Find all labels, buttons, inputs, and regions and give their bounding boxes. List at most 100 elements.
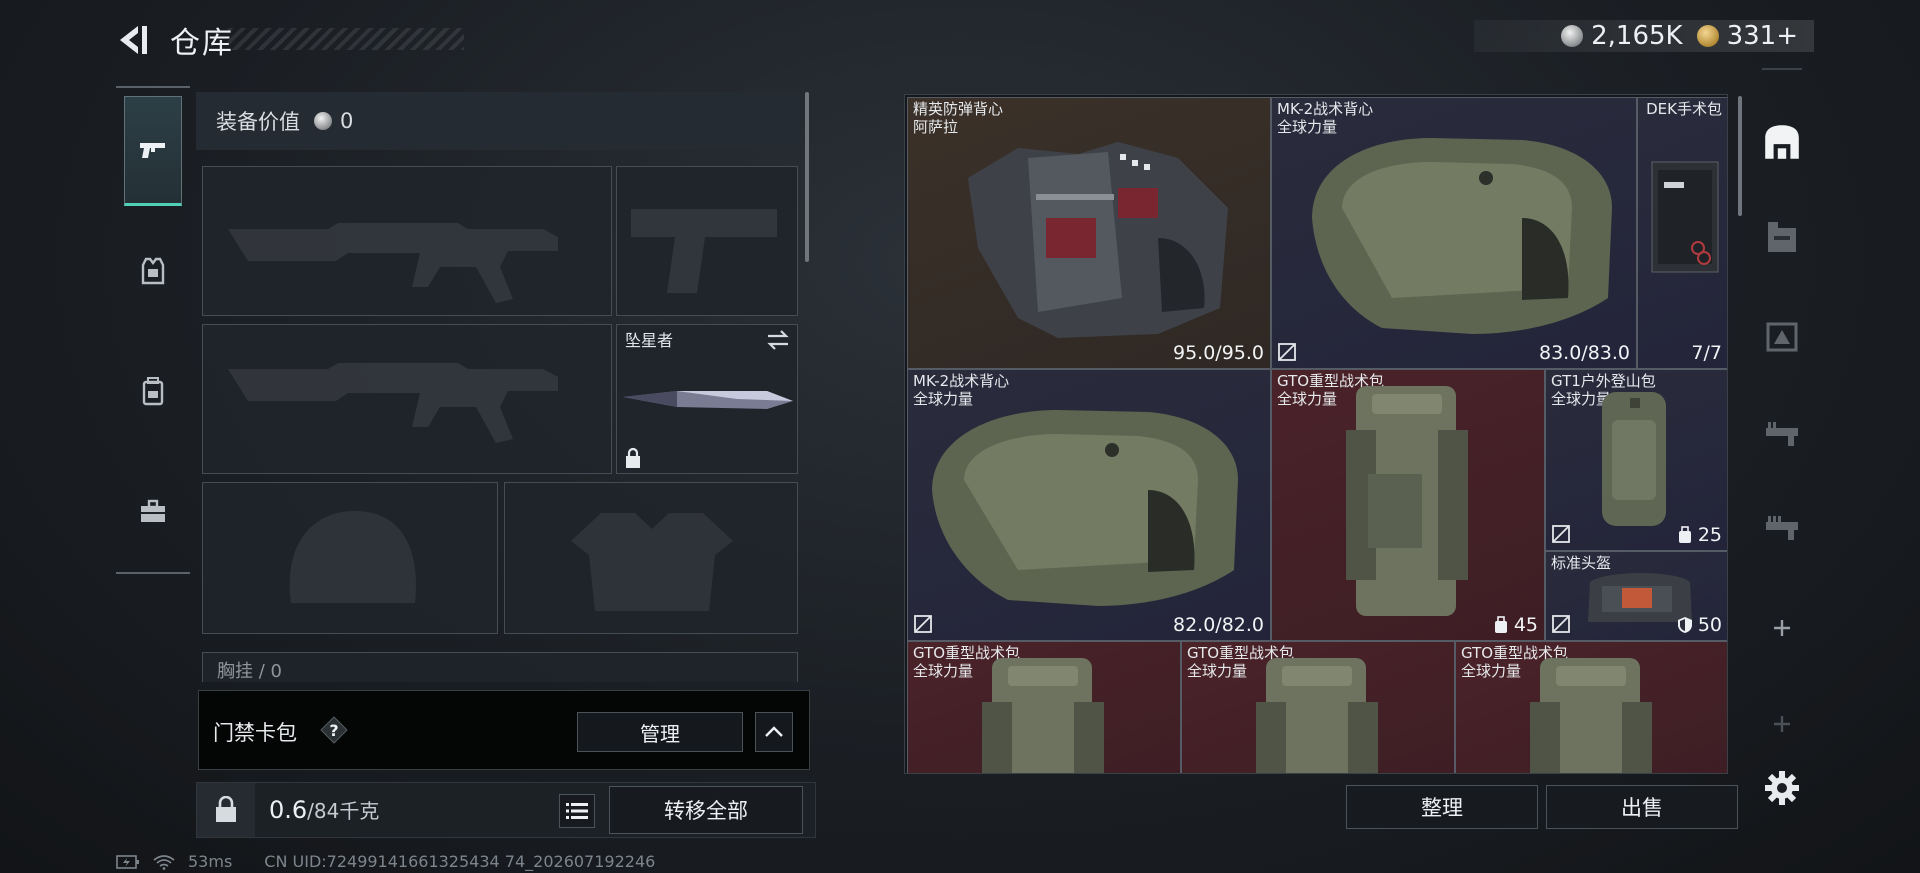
add-disabled-icon xyxy=(1774,716,1790,732)
gold-amount: 331+ xyxy=(1726,21,1798,51)
inventory-panel: 精英防弹背心 阿萨拉 95.0/95.0 MK-2战术背心 全球力量 83.0/… xyxy=(904,94,1728,774)
inventory-item[interactable]: GT1户外登山包 全球力量 25 xyxy=(1545,369,1727,551)
lock-icon xyxy=(626,447,640,468)
item-durability: 95.0/95.0 xyxy=(1172,342,1264,364)
tactical-backpack-image xyxy=(1256,658,1378,773)
silver-amount: 2,165K xyxy=(1591,21,1683,51)
inventory-item[interactable]: 标准头盔 50 xyxy=(1545,551,1727,641)
warehouse-home-icon xyxy=(1765,125,1799,159)
category-toolbox[interactable] xyxy=(124,456,182,566)
inventory-item[interactable]: MK-2战术背心 全球力量 82.0/82.0 xyxy=(907,369,1271,641)
currency-bar: 2,165K 331+ xyxy=(1474,20,1814,52)
chest-rig-label: 胸挂 / 0 xyxy=(217,661,282,682)
list-icon xyxy=(566,803,588,819)
inventory-item[interactable]: MK-2战术背心 全球力量 83.0/83.0 xyxy=(1271,97,1637,369)
melee-slot[interactable]: 坠星者 xyxy=(616,324,798,474)
transfer-all-button[interactable]: 转移全部 xyxy=(609,786,803,834)
status-line: 53ms CN UID:72499141661325434 74_2026071… xyxy=(116,852,655,871)
sell-button[interactable]: 出售 xyxy=(1546,785,1738,829)
pistol-icon xyxy=(140,143,165,158)
item-armor: 50 xyxy=(1676,614,1722,636)
no-insurance-icon xyxy=(1278,343,1296,361)
gold-coin-icon xyxy=(1696,25,1719,47)
tab-warehouse[interactable] xyxy=(1758,118,1806,166)
equipment-panel: 装备价值 0 坠星者 胸挂 / 0 xyxy=(196,92,810,682)
chest-rig-slot[interactable]: 胸挂 / 0 xyxy=(202,652,798,682)
helmet-silhouette-icon xyxy=(289,511,416,603)
inventory-item[interactable]: GTO重型战术包 全球力量 45 xyxy=(1271,369,1545,641)
capacity-bar: 0.6/84千克 转移全部 xyxy=(196,782,816,838)
item-durability: 82.0/82.0 xyxy=(1172,614,1264,636)
gold-currency[interactable]: 331+ xyxy=(1696,21,1798,51)
inventory-grid: 精英防弹背心 阿萨拉 95.0/95.0 MK-2战术背心 全球力量 83.0/… xyxy=(904,94,1728,774)
tab-add[interactable] xyxy=(1758,604,1806,652)
tactical-backpack-image xyxy=(982,658,1104,773)
wifi-icon xyxy=(153,854,175,870)
manage-button[interactable]: 管理 xyxy=(577,712,743,752)
secondary-weapon-slot[interactable] xyxy=(202,324,612,474)
capacity-lock-button[interactable] xyxy=(197,783,255,837)
category-armor[interactable] xyxy=(124,216,182,326)
back-button[interactable] xyxy=(112,20,152,60)
knife-icon xyxy=(623,391,793,409)
tab-weapon-rack-2[interactable] xyxy=(1758,504,1806,552)
category-sidebar xyxy=(116,86,190,574)
settings-button[interactable] xyxy=(1758,764,1806,812)
equipment-value-label: 装备价值 xyxy=(216,110,300,134)
tab-add-disabled xyxy=(1758,700,1806,748)
tab-weapon-rack[interactable] xyxy=(1758,410,1806,458)
help-icon[interactable]: ? xyxy=(319,715,349,745)
inventory-item[interactable]: 精英防弹背心 阿萨拉 95.0/95.0 xyxy=(907,97,1271,369)
back-arrow-icon xyxy=(120,26,147,54)
no-insurance-icon xyxy=(1552,525,1570,543)
weapon-rack-2-icon xyxy=(1766,516,1798,540)
rifle-silhouette-icon xyxy=(228,223,558,303)
item-capacity: 45 xyxy=(1492,614,1538,636)
tab-storage-box[interactable] xyxy=(1758,214,1806,262)
backpack-small-icon xyxy=(1678,526,1691,543)
item-capacity: 25 xyxy=(1676,524,1722,546)
tactical-vest-image xyxy=(932,410,1238,606)
rifle-silhouette-icon xyxy=(228,363,558,443)
equipment-value: 0 xyxy=(340,109,354,133)
equipment-scrollbar[interactable] xyxy=(805,92,809,262)
toolbox-icon xyxy=(141,499,165,522)
helmet-slot[interactable] xyxy=(202,482,498,634)
weapon-rack-icon xyxy=(1766,422,1798,446)
tab-strip-divider xyxy=(1762,68,1802,70)
item-durability: 83.0/83.0 xyxy=(1538,342,1630,364)
no-insurance-icon xyxy=(1552,615,1570,633)
chevron-up-icon xyxy=(765,726,783,737)
category-backpacks[interactable] xyxy=(124,336,182,446)
weight-capacity: 0.6/84千克 xyxy=(269,795,379,824)
max-weight: /84千克 xyxy=(307,799,380,823)
sort-button[interactable]: 整理 xyxy=(1346,785,1538,829)
equipment-crate-icon xyxy=(1766,322,1798,352)
collapse-button[interactable] xyxy=(755,712,793,752)
tactical-backpack-image xyxy=(1530,658,1652,773)
settings-gear-icon xyxy=(1765,771,1799,805)
silver-currency[interactable]: 2,165K xyxy=(1561,21,1683,51)
user-id: CN UID:72499141661325434 74_202607192246 xyxy=(264,852,656,871)
inventory-item[interactable]: GTO重型战术包 全球力量 xyxy=(1455,641,1727,773)
tactical-vest-image xyxy=(1312,138,1612,334)
body-armor-slot[interactable] xyxy=(504,482,798,634)
keycard-wallet-label: 门禁卡包 xyxy=(213,721,297,745)
inventory-item[interactable]: GTO重型战术包 全球力量 xyxy=(907,641,1181,773)
equipment-value-header: 装备价值 0 xyxy=(196,92,800,150)
inventory-item[interactable]: GTO重型战术包 全球力量 xyxy=(1181,641,1455,773)
category-weapons[interactable] xyxy=(124,96,182,206)
tactical-backpack-image xyxy=(1346,386,1468,616)
inventory-item[interactable]: DEK手术包 7/7 xyxy=(1637,97,1727,369)
current-weight: 0.6 xyxy=(269,796,308,824)
sidearm-slot[interactable] xyxy=(616,166,798,316)
list-view-button[interactable] xyxy=(559,794,595,828)
tab-equipment-crate[interactable] xyxy=(1758,312,1806,360)
backpack-small-icon xyxy=(1494,616,1507,633)
armor-vest-icon xyxy=(141,257,165,285)
silver-coin-icon xyxy=(314,112,332,130)
battery-icon xyxy=(116,854,139,869)
primary-weapon-slot[interactable] xyxy=(202,166,612,316)
inventory-scrollbar[interactable] xyxy=(1738,96,1742,216)
silver-coin-icon xyxy=(1561,25,1584,47)
